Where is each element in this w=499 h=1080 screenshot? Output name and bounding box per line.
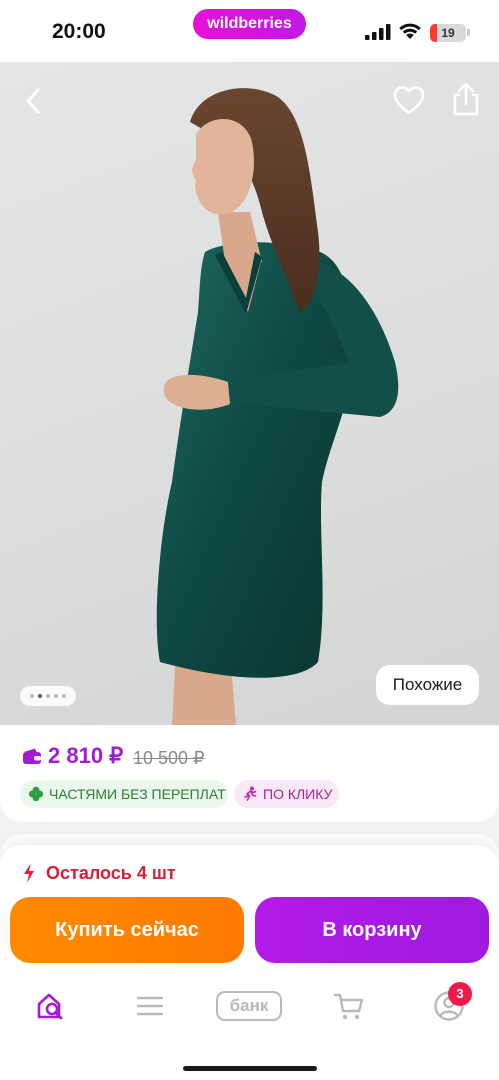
gallery-dot [46,694,50,698]
heart-icon [393,86,425,115]
product-image-gallery[interactable]: Похожие [0,62,499,725]
product-photo [156,88,399,725]
battery-cap [467,29,470,36]
stock-text: Осталось 4 шт [46,862,176,883]
back-button[interactable] [18,84,48,118]
similar-button[interactable]: Похожие [376,665,479,705]
menu-icon [136,996,164,1016]
bank-icon: банк [216,991,282,1021]
cart-icon [333,993,364,1020]
wifi-icon [399,23,421,39]
share-button[interactable] [450,80,482,118]
installments-badge[interactable]: ЧАСТЯМИ БЕЗ ПЕРЕПЛАТ [20,780,228,808]
installments-badge-label: ЧАСТЯМИ БЕЗ ПЕРЕПЛАТ [49,786,226,802]
favorite-button[interactable] [392,84,426,118]
old-price: 10 500 ₽ [133,748,205,768]
back-icon [26,88,40,114]
one-click-badge[interactable]: ПО КЛИКУ [234,780,339,808]
stock-indicator: Осталось 4 шт [22,861,176,885]
one-click-badge-label: ПО КЛИКУ [263,786,333,802]
product-page: 20:00 wildberries 19 Похожие 2 810 ₽ 10 … [0,0,499,1080]
profile-notification-badge: 3 [448,982,472,1006]
brand-logo: wildberries [193,9,306,39]
share-icon [453,82,479,116]
battery-percent: 19 [441,26,455,40]
price-card: 2 810 ₽ 10 500 ₽ ЧАСТЯМИ БЕЗ ПЕРЕПЛАТ ПО… [0,725,499,822]
purchase-panel: Осталось 4 шт Купить сейчас В корзину [0,845,499,1080]
gallery-dot [62,694,66,698]
buy-now-button[interactable]: Купить сейчас [10,897,244,963]
signal-icon [365,24,391,40]
gallery-dot [30,694,34,698]
runner-icon [244,786,257,801]
gallery-pagination [20,686,76,706]
lightning-icon [24,863,34,883]
add-to-cart-button[interactable]: В корзину [255,897,489,963]
status-time: 20:00 [52,20,106,43]
wallet-icon [23,748,41,764]
home-indicator [183,1066,317,1071]
tab-home[interactable] [33,986,69,1026]
tab-bank[interactable]: банк [216,986,282,1026]
tab-cart[interactable] [332,986,366,1026]
tab-catalog[interactable] [134,986,166,1026]
status-bar: 20:00 wildberries 19 [0,0,499,62]
battery-icon: 19 [430,24,466,42]
tab-bar: банк [0,970,499,1040]
clover-icon [28,786,44,802]
current-price: 2 810 ₽ [48,743,124,768]
home-search-icon [37,993,63,1020]
gallery-dot [54,694,58,698]
gallery-dot [38,694,42,698]
